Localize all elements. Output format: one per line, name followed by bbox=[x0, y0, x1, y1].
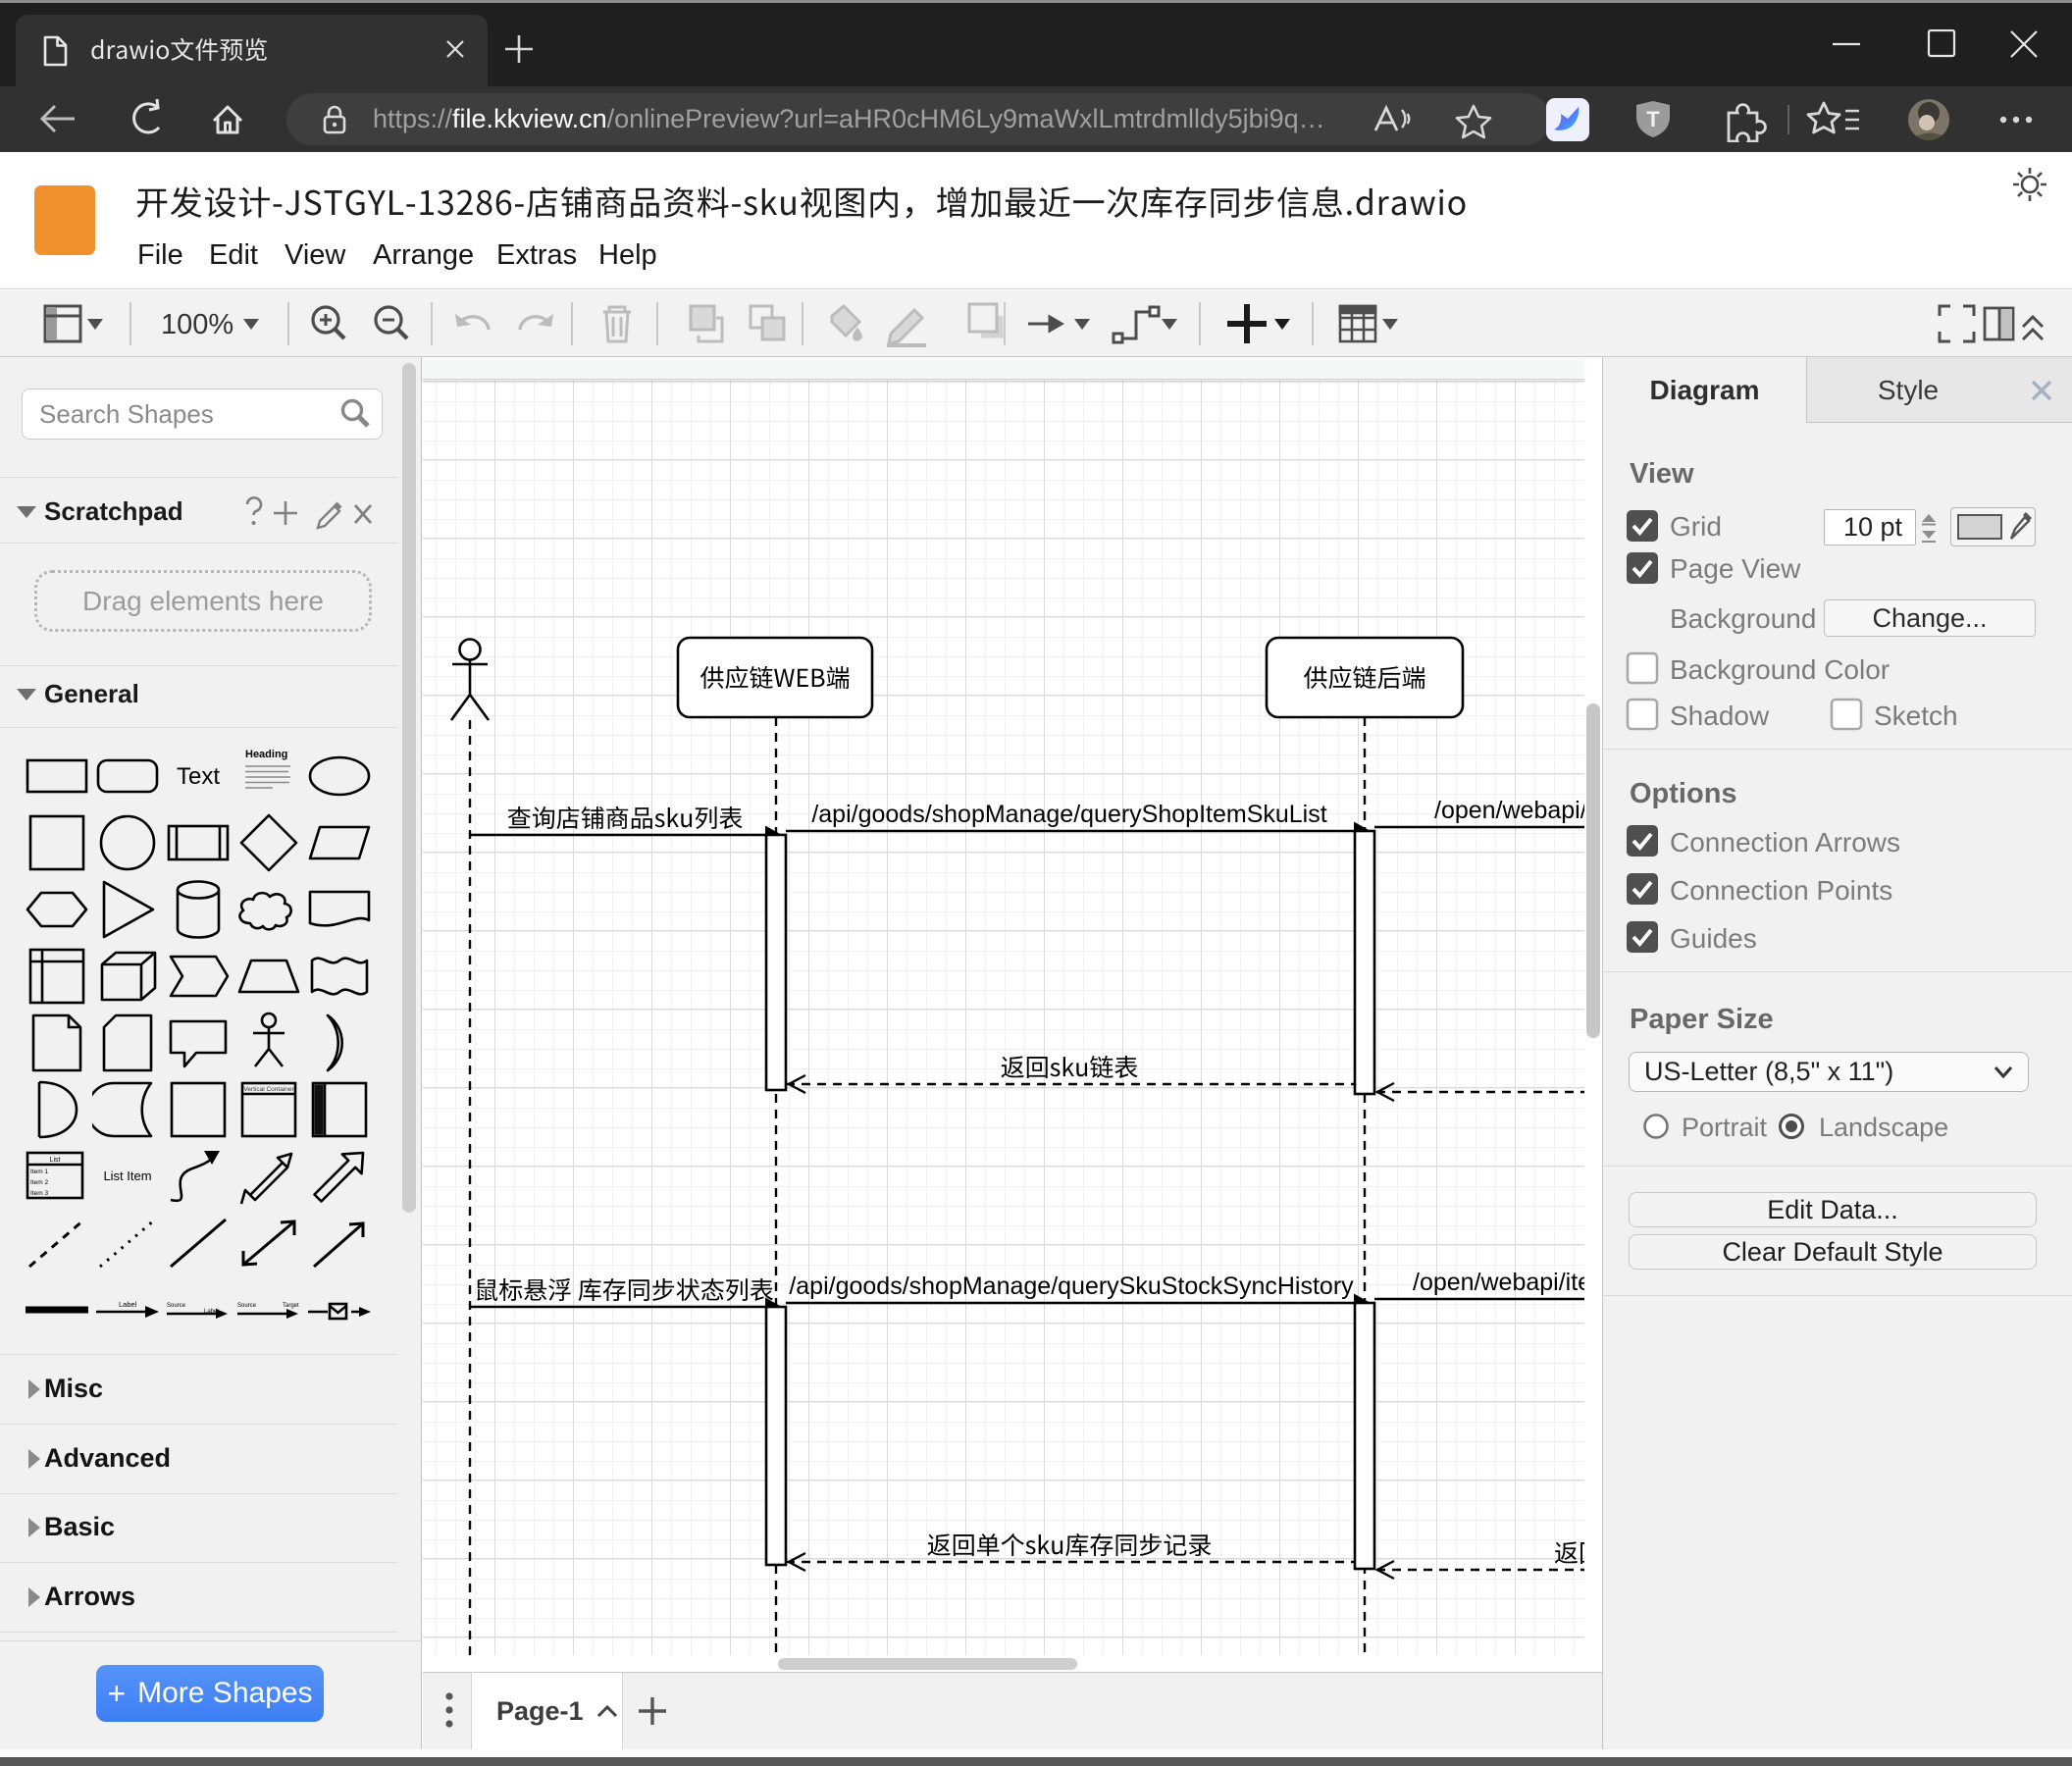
svg-text:Item 1: Item 1 bbox=[30, 1169, 48, 1175]
svg-text:/api/goods/shopManage/querySho: /api/goods/shopManage/queryShopItemSkuLi… bbox=[811, 801, 1326, 828]
svg-text:Source: Source bbox=[237, 1303, 257, 1309]
svg-text:Item 2: Item 2 bbox=[30, 1179, 48, 1186]
svg-text:List Item: List Item bbox=[103, 1169, 151, 1183]
svg-text:Target: Target bbox=[283, 1303, 299, 1309]
svg-text:Label: Label bbox=[119, 1300, 137, 1309]
svg-text:Source: Source bbox=[167, 1303, 186, 1309]
svg-text:List: List bbox=[50, 1157, 61, 1164]
svg-text:/api/goods/shopManage/querySku: /api/goods/shopManage/querySkuStockSyncH… bbox=[789, 1273, 1354, 1300]
svg-text:Text: Text bbox=[177, 763, 220, 790]
svg-text:Label: Label bbox=[204, 1309, 219, 1315]
svg-text:Heading: Heading bbox=[245, 749, 287, 760]
svg-text:/open/webapi/iten: /open/webapi/iten bbox=[1413, 1269, 1584, 1296]
svg-text:/open/webapi/: /open/webapi/ bbox=[1434, 797, 1584, 824]
svg-text:Vertical Container: Vertical Container bbox=[243, 1086, 294, 1093]
svg-text:100%: 100% bbox=[161, 309, 233, 340]
svg-text:Item 3: Item 3 bbox=[30, 1190, 48, 1197]
